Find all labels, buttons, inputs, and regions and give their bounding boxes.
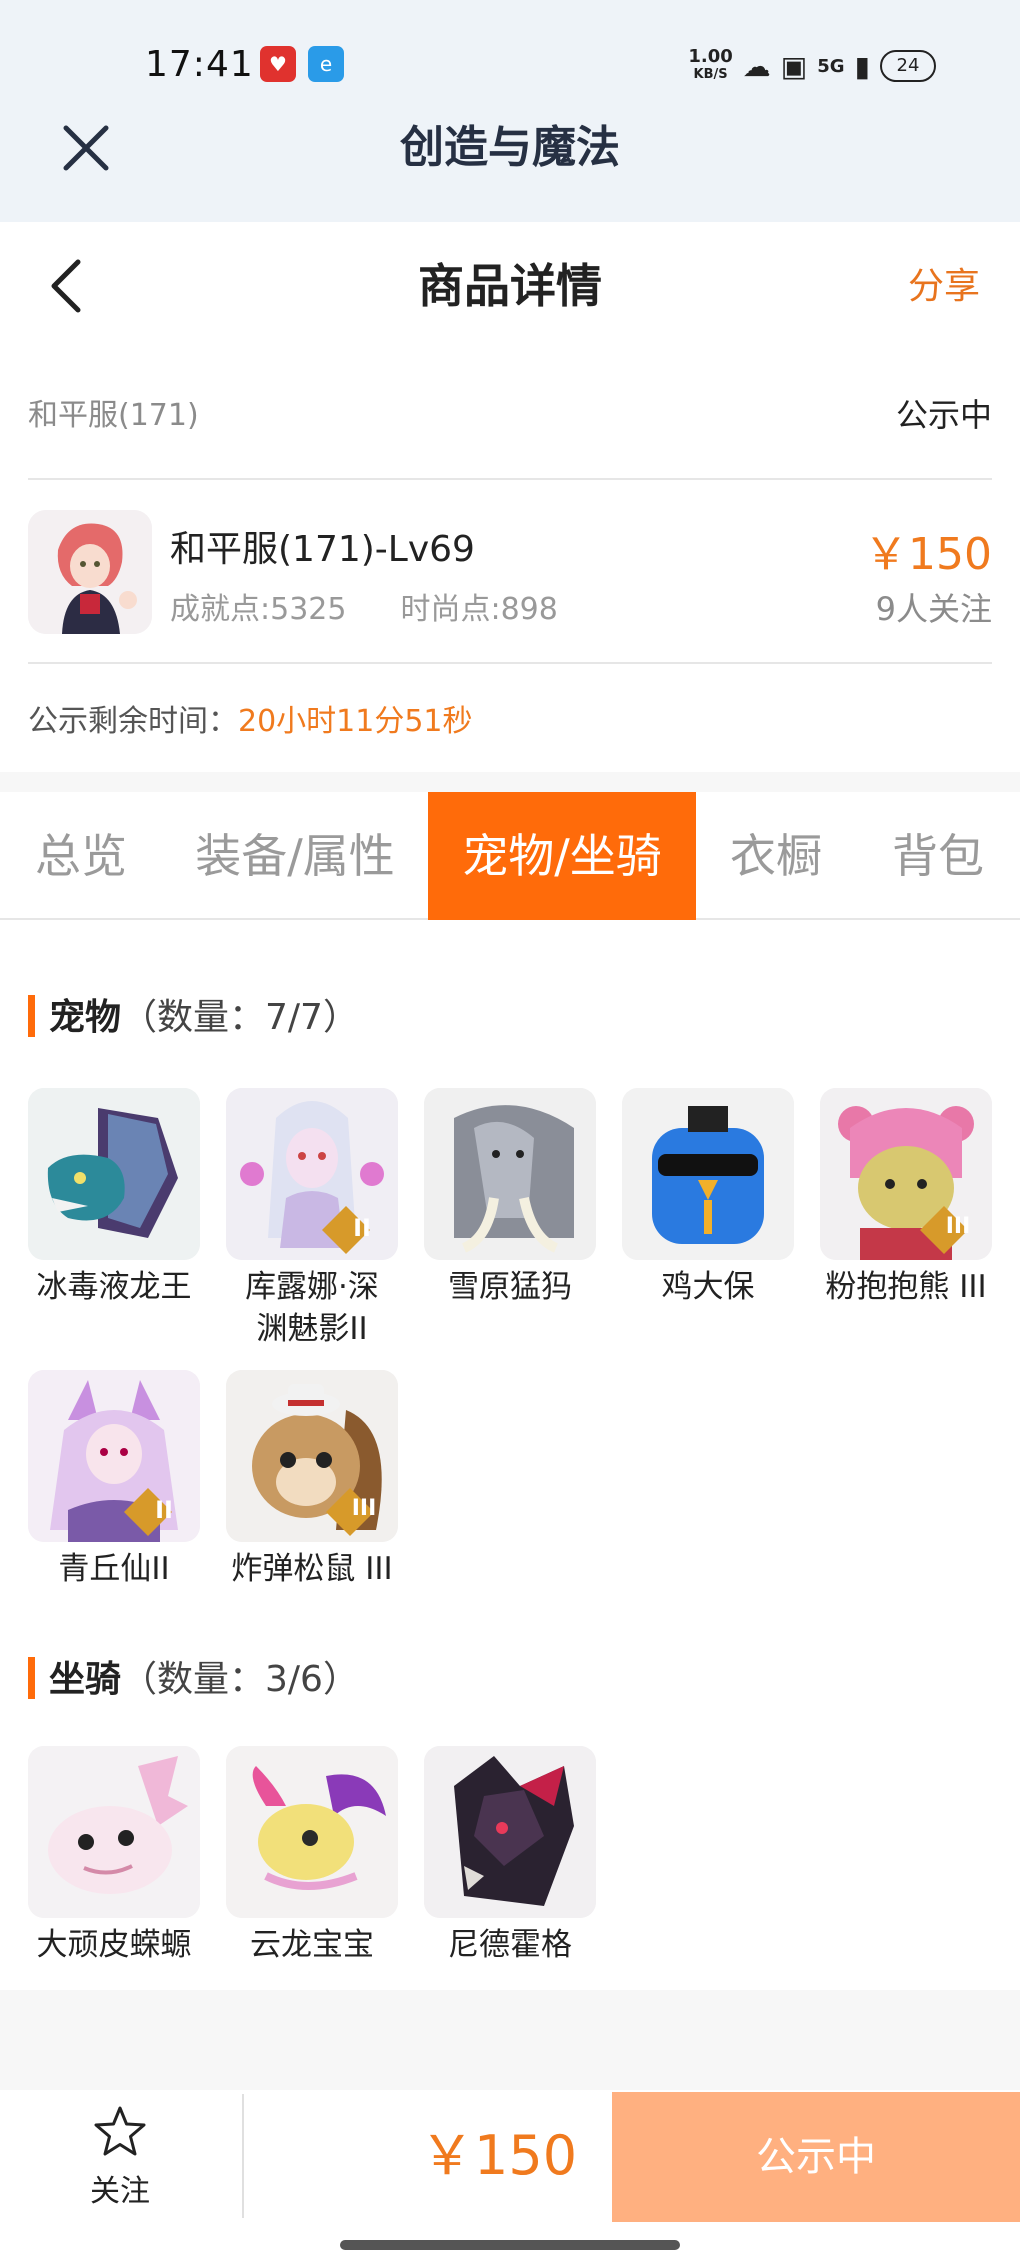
character-name: 和平服(171)-Lv69 — [170, 529, 475, 570]
pet-name: 库露娜·深 渊魅影II — [245, 1269, 379, 1347]
remaining-time-value: 20小时11分51秒 — [238, 704, 473, 739]
follow-label: 关注 — [90, 2174, 150, 2209]
pet-thumbnail — [28, 1088, 200, 1260]
pets-section-title: 宠物（数量：7/7） — [28, 994, 359, 1042]
pet-thumbnail — [424, 1088, 596, 1260]
fashion-points: 时尚点:898 — [400, 592, 558, 627]
app-notification-icon: ♥ — [260, 46, 296, 82]
pet-name: 冰毒液龙王 — [36, 1269, 192, 1305]
divider — [242, 2094, 244, 2218]
server-name: 和平服(171) — [28, 398, 199, 433]
tab-equipment[interactable]: 装备/属性 — [162, 792, 428, 920]
follow-button[interactable]: 关注 — [60, 2104, 180, 2214]
remaining-time-label: 公示剩余时间： — [28, 704, 238, 739]
pet-item[interactable]: 雪原猛犸 — [424, 1088, 596, 1308]
page-title: 商品详情 — [418, 259, 602, 313]
pet-name: 粉抱抱熊 III — [825, 1269, 987, 1305]
app-title: 创造与魔法 — [400, 122, 620, 173]
tab-wardrobe[interactable]: 衣橱 — [696, 792, 856, 920]
grade-badge: III — [945, 1214, 971, 1239]
divider — [28, 478, 992, 480]
grade-badge: II — [353, 1214, 371, 1242]
mount-item[interactable]: 大顽皮蝾螈 — [28, 1746, 200, 1966]
remaining-time: 公示剩余时间：20小时11分51秒 — [28, 696, 473, 740]
server-status: 公示中 — [895, 396, 992, 434]
pet-item[interactable]: III 粉抱抱熊 III — [820, 1088, 992, 1308]
pet-name: 青丘仙II — [58, 1551, 170, 1587]
mount-thumbnail — [424, 1746, 596, 1918]
net-speed-value: 1.00 — [688, 46, 733, 67]
pet-item[interactable]: 鸡大保 — [622, 1088, 794, 1308]
pet-thumbnail: III — [226, 1370, 398, 1542]
mounts-title: 坐骑 — [49, 1659, 122, 1700]
pet-name: 炸弹松鼠 III — [231, 1551, 393, 1587]
pets-count: （数量：7/7） — [121, 997, 359, 1038]
mount-thumbnail — [28, 1746, 200, 1918]
battery-icon: 24 — [880, 50, 936, 82]
pet-thumbnail: III — [820, 1088, 992, 1260]
follower-count: 9人关注 — [875, 590, 992, 628]
mounts-count: （数量：3/6） — [121, 1659, 359, 1700]
tab-bar: 总览 装备/属性 宠物/坐骑 衣橱 背包 — [0, 792, 1020, 920]
achievement-points: 成就点:5325 — [170, 592, 347, 627]
mount-name: 大顽皮蝾螈 — [36, 1927, 192, 1963]
mount-item[interactable]: 云龙宝宝 — [226, 1746, 398, 1966]
page-footer-space — [0, 1990, 1020, 2090]
status-bar: 17:41 ♥ e 1.00 KB/S ☁ ▣ 5G ▮ 24 — [0, 0, 1020, 110]
tab-overview[interactable]: 总览 — [0, 792, 162, 920]
signal-icon: ▮ — [854, 49, 870, 83]
share-button[interactable]: 分享 — [908, 262, 980, 312]
mount-name: 尼德霍格 — [448, 1927, 572, 1963]
cloud-icon: ☁ — [742, 49, 771, 83]
hd-call-icon: ▣ — [780, 49, 808, 83]
pet-item[interactable]: II 库露娜·深 渊魅影II — [226, 1088, 398, 1350]
grade-badge: III — [351, 1496, 377, 1521]
mount-item[interactable]: 尼德霍格 — [424, 1746, 596, 1966]
mount-name: 云龙宝宝 — [250, 1927, 374, 1963]
character-avatar — [28, 510, 152, 634]
pet-item[interactable]: 冰毒液龙王 — [28, 1088, 200, 1308]
listing-price: ￥150 — [864, 529, 992, 580]
tab-pets-mounts[interactable]: 宠物/坐骑 — [428, 792, 696, 920]
pet-thumbnail: II — [28, 1370, 200, 1542]
character-stats: 成就点:5325 时尚点:898 — [170, 584, 558, 628]
net-speed: 1.00 KB/S — [688, 48, 732, 84]
publicity-status-button[interactable]: 公示中 — [612, 2092, 1020, 2222]
pet-item[interactable]: II 青丘仙II — [28, 1370, 200, 1590]
browser-notification-icon: e — [308, 46, 344, 82]
star-icon — [94, 2106, 146, 2156]
pet-name: 鸡大保 — [661, 1269, 755, 1305]
home-indicator[interactable] — [340, 2240, 680, 2250]
tab-backpack[interactable]: 背包 — [856, 792, 1020, 920]
divider — [28, 662, 992, 664]
mounts-section-title: 坐骑（数量：3/6） — [28, 1656, 359, 1704]
server-row: 和平服(171) 公示中 — [28, 390, 992, 434]
pet-thumbnail: II — [226, 1088, 398, 1260]
status-time: 17:41 — [145, 44, 254, 85]
pet-thumbnail — [622, 1088, 794, 1260]
status-indicators: 1.00 KB/S ☁ ▣ 5G ▮ 24 — [688, 44, 936, 88]
pet-name: 雪原猛犸 — [448, 1269, 572, 1305]
pet-item[interactable]: III 炸弹松鼠 III — [226, 1370, 398, 1590]
signal-label: 5G — [817, 55, 845, 77]
mount-thumbnail — [226, 1746, 398, 1918]
pets-title: 宠物 — [49, 997, 122, 1038]
bottom-price: ￥150 — [420, 2124, 578, 2187]
section-gap — [0, 772, 1020, 792]
grade-badge: II — [155, 1496, 173, 1524]
net-speed-unit: KB/S — [693, 67, 728, 82]
